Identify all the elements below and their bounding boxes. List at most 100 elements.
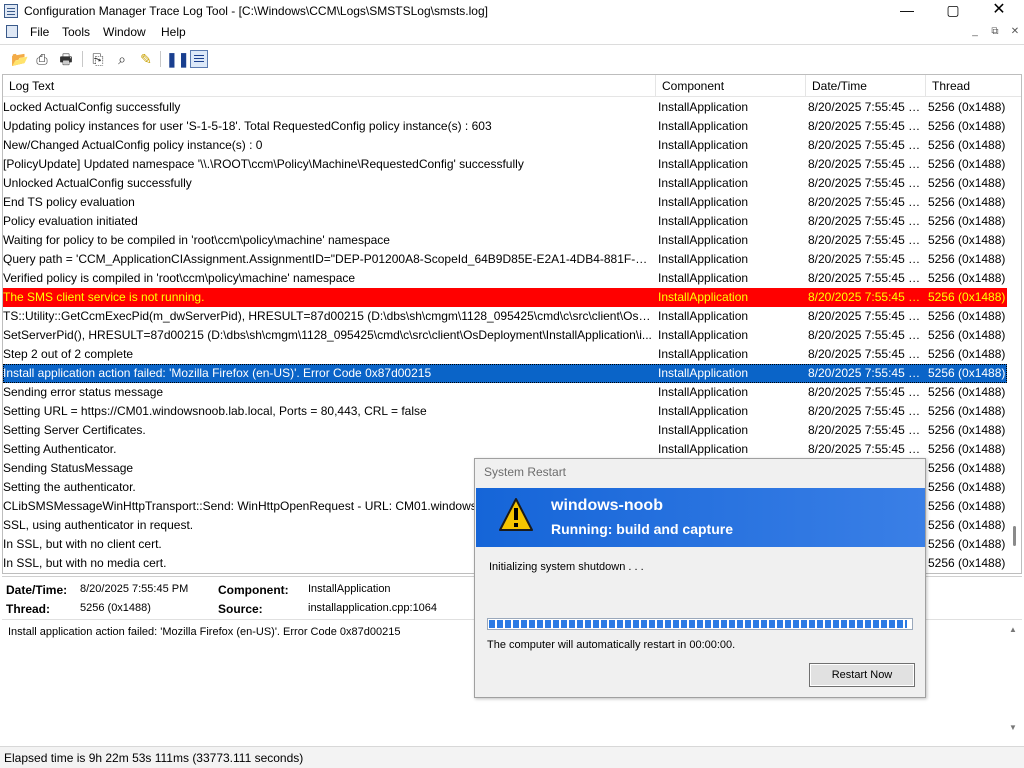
log-row-datetime: 8/20/2025 7:55:45 PM xyxy=(808,100,924,114)
log-row[interactable]: Waiting for policy to be compiled in 'ro… xyxy=(3,231,1007,250)
app-icon xyxy=(4,4,18,18)
menu-help[interactable]: Help xyxy=(161,25,186,39)
banner-title: windows-noob xyxy=(551,497,663,514)
progress-fill xyxy=(489,620,907,628)
column-header-thread[interactable]: Thread xyxy=(926,75,1021,97)
pause-icon[interactable]: ❚❚ xyxy=(166,49,189,69)
log-row[interactable]: SetServerPid(), HRESULT=87d00215 (D:\dbs… xyxy=(3,326,1007,345)
log-row-component: InstallApplication xyxy=(658,138,749,152)
log-row-thread: 5256 (0x1488) xyxy=(928,366,1006,380)
find-icon[interactable]: ⌕ xyxy=(112,49,132,69)
detail-message: Install application action failed: 'Mozi… xyxy=(8,626,401,638)
column-header-component[interactable]: Component xyxy=(656,75,806,97)
log-row[interactable]: Locked ActualConfig successfully InstallA… xyxy=(3,98,1007,117)
log-row-datetime: 8/20/2025 7:55:45 PM xyxy=(808,252,924,266)
log-row[interactable]: End TS policy evaluation InstallApplicati… xyxy=(3,193,1007,212)
log-row-thread: 5256 (0x1488) xyxy=(928,442,1006,456)
log-header: Log Text Component Date/Time Thread xyxy=(3,75,1021,97)
log-row-datetime: 8/20/2025 7:55:45 PM xyxy=(808,195,924,209)
window-title: Configuration Manager Trace Log Tool - [… xyxy=(24,4,488,18)
log-row-thread: 5256 (0x1488) xyxy=(928,309,1006,323)
log-row-component: InstallApplication xyxy=(658,404,749,418)
column-header-log-text[interactable]: Log Text xyxy=(3,75,656,97)
log-row-datetime: 8/20/2025 7:55:45 PM xyxy=(808,214,924,228)
log-row-text: Query path = 'CCM_ApplicationCIAssignmen… xyxy=(3,252,653,266)
column-header-datetime[interactable]: Date/Time xyxy=(806,75,926,97)
highlight-icon[interactable]: ✎ xyxy=(136,49,156,69)
shutdown-progress-bar xyxy=(487,618,913,630)
log-row-datetime: 8/20/2025 7:55:45 PM xyxy=(808,176,924,190)
warning-icon xyxy=(499,498,533,531)
log-row-component: InstallApplication xyxy=(658,157,749,171)
log-scrollbar-thumb[interactable] xyxy=(1013,526,1016,546)
scroll-up-icon[interactable]: ▲ xyxy=(1006,625,1020,637)
log-row[interactable]: TS::Utility::GetCcmExecPid(m_dwServerPid… xyxy=(3,307,1007,326)
toolbar: 📂 ⎙ 🖶 ⎘ ⌕ ✎ ❚❚ xyxy=(0,44,1024,72)
mdi-close-button[interactable]: ✕ xyxy=(1008,26,1022,38)
log-row-text: SetServerPid(), HRESULT=87d00215 (D:\dbs… xyxy=(3,328,652,342)
log-row-text: [PolicyUpdate] Updated namespace '\\.\RO… xyxy=(3,157,524,171)
log-row-component: InstallApplication xyxy=(658,347,749,361)
log-row[interactable]: Sending error status message InstallAppli… xyxy=(3,383,1007,402)
log-row-text: New/Changed ActualConfig policy instance… xyxy=(3,138,263,152)
log-row-thread: 5256 (0x1488) xyxy=(928,290,1006,304)
log-row-error[interactable]: The SMS client service is not running. In… xyxy=(3,288,1007,307)
log-row[interactable]: Unlocked ActualConfig successfully Instal… xyxy=(3,174,1007,193)
log-row-component: InstallApplication xyxy=(658,176,749,190)
log-row[interactable]: [PolicyUpdate] Updated namespace '\\.\RO… xyxy=(3,155,1007,174)
mdi-minimize-button[interactable]: _ xyxy=(968,26,982,38)
log-row-thread: 5256 (0x1488) xyxy=(928,176,1006,190)
restart-countdown-text: The computer will automatically restart … xyxy=(487,639,736,651)
menu-file[interactable]: File xyxy=(30,25,49,39)
log-row-component: InstallApplication xyxy=(658,290,749,304)
maximize-button[interactable]: ▢ xyxy=(930,0,976,22)
log-row-text: Policy evaluation initiated xyxy=(3,214,138,228)
log-row-thread: 5256 (0x1488) xyxy=(928,138,1006,152)
log-row-text: TS::Utility::GetCcmExecPid(m_dwServerPid… xyxy=(3,309,653,323)
dialog-title: System Restart xyxy=(484,465,567,479)
log-row[interactable]: Step 2 out of 2 complete InstallApplicati… xyxy=(3,345,1007,364)
log-row-thread: 5256 (0x1488) xyxy=(928,157,1006,171)
log-row[interactable]: Setting Authenticator. InstallApplication… xyxy=(3,440,1007,459)
detail-component-value: InstallApplication xyxy=(308,583,391,595)
close-button[interactable]: ✕ xyxy=(976,0,1022,22)
log-row-component: InstallApplication xyxy=(658,328,749,342)
menu-window[interactable]: Window xyxy=(103,25,146,39)
log-row[interactable]: Setting Server Certificates. InstallAppli… xyxy=(3,421,1007,440)
log-row-datetime: 8/20/2025 7:55:45 PM xyxy=(808,309,924,323)
title-bar: Configuration Manager Trace Log Tool - [… xyxy=(0,0,1024,22)
log-row-component: InstallApplication xyxy=(658,385,749,399)
log-row-datetime: 8/20/2025 7:55:45 PM xyxy=(808,157,924,171)
minimize-button[interactable]: — xyxy=(884,0,930,22)
log-row[interactable]: New/Changed ActualConfig policy instance… xyxy=(3,136,1007,155)
log-row[interactable]: Policy evaluation initiated InstallApplic… xyxy=(3,212,1007,231)
scroll-down-icon[interactable]: ▼ xyxy=(1006,723,1020,735)
columns-icon[interactable] xyxy=(190,50,208,68)
log-row-thread: 5256 (0x1488) xyxy=(928,100,1006,114)
log-row-thread: 5256 (0x1488) xyxy=(928,537,1006,551)
log-row[interactable]: Query path = 'CCM_ApplicationCIAssignmen… xyxy=(3,250,1007,269)
elapsed-time-text: Elapsed time is 9h 22m 53s 111ms (33773.… xyxy=(4,751,304,765)
document-icon[interactable] xyxy=(6,25,18,38)
log-row-selected[interactable]: Install application action failed: 'Mozi… xyxy=(3,364,1007,383)
log-row-datetime: 8/20/2025 7:55:45 PM xyxy=(808,347,924,361)
menu-tools[interactable]: Tools xyxy=(62,25,90,39)
log-row-thread: 5256 (0x1488) xyxy=(928,233,1006,247)
log-row-datetime: 8/20/2025 7:55:45 PM xyxy=(808,119,924,133)
log-scrollbar[interactable] xyxy=(1008,98,1021,573)
status-bar: Elapsed time is 9h 22m 53s 111ms (33773.… xyxy=(0,746,1024,768)
copy-icon[interactable]: ⎘ xyxy=(88,49,108,69)
print-icon[interactable]: ⎙ xyxy=(32,49,52,69)
log-row-thread: 5256 (0x1488) xyxy=(928,499,1006,513)
print-setup-icon[interactable]: 🖶 xyxy=(56,49,76,69)
log-row-datetime: 8/20/2025 7:55:45 PM xyxy=(808,366,924,380)
restart-now-button[interactable]: Restart Now xyxy=(809,663,915,687)
detail-source-value: installapplication.cpp:1064 xyxy=(308,602,438,614)
mdi-restore-button[interactable]: ⧉ xyxy=(988,26,1002,38)
log-row[interactable]: Verified policy is compiled in 'root\ccm… xyxy=(3,269,1007,288)
log-row-text: Setting Authenticator. xyxy=(3,442,117,456)
log-row[interactable]: Setting URL = https://CM01.windowsnoob.l… xyxy=(3,402,1007,421)
open-folder-icon[interactable]: 📂 xyxy=(10,49,30,69)
log-row[interactable]: Updating policy instances for user 'S-1-… xyxy=(3,117,1007,136)
detail-datetime-value: 8/20/2025 7:55:45 PM xyxy=(80,583,189,595)
